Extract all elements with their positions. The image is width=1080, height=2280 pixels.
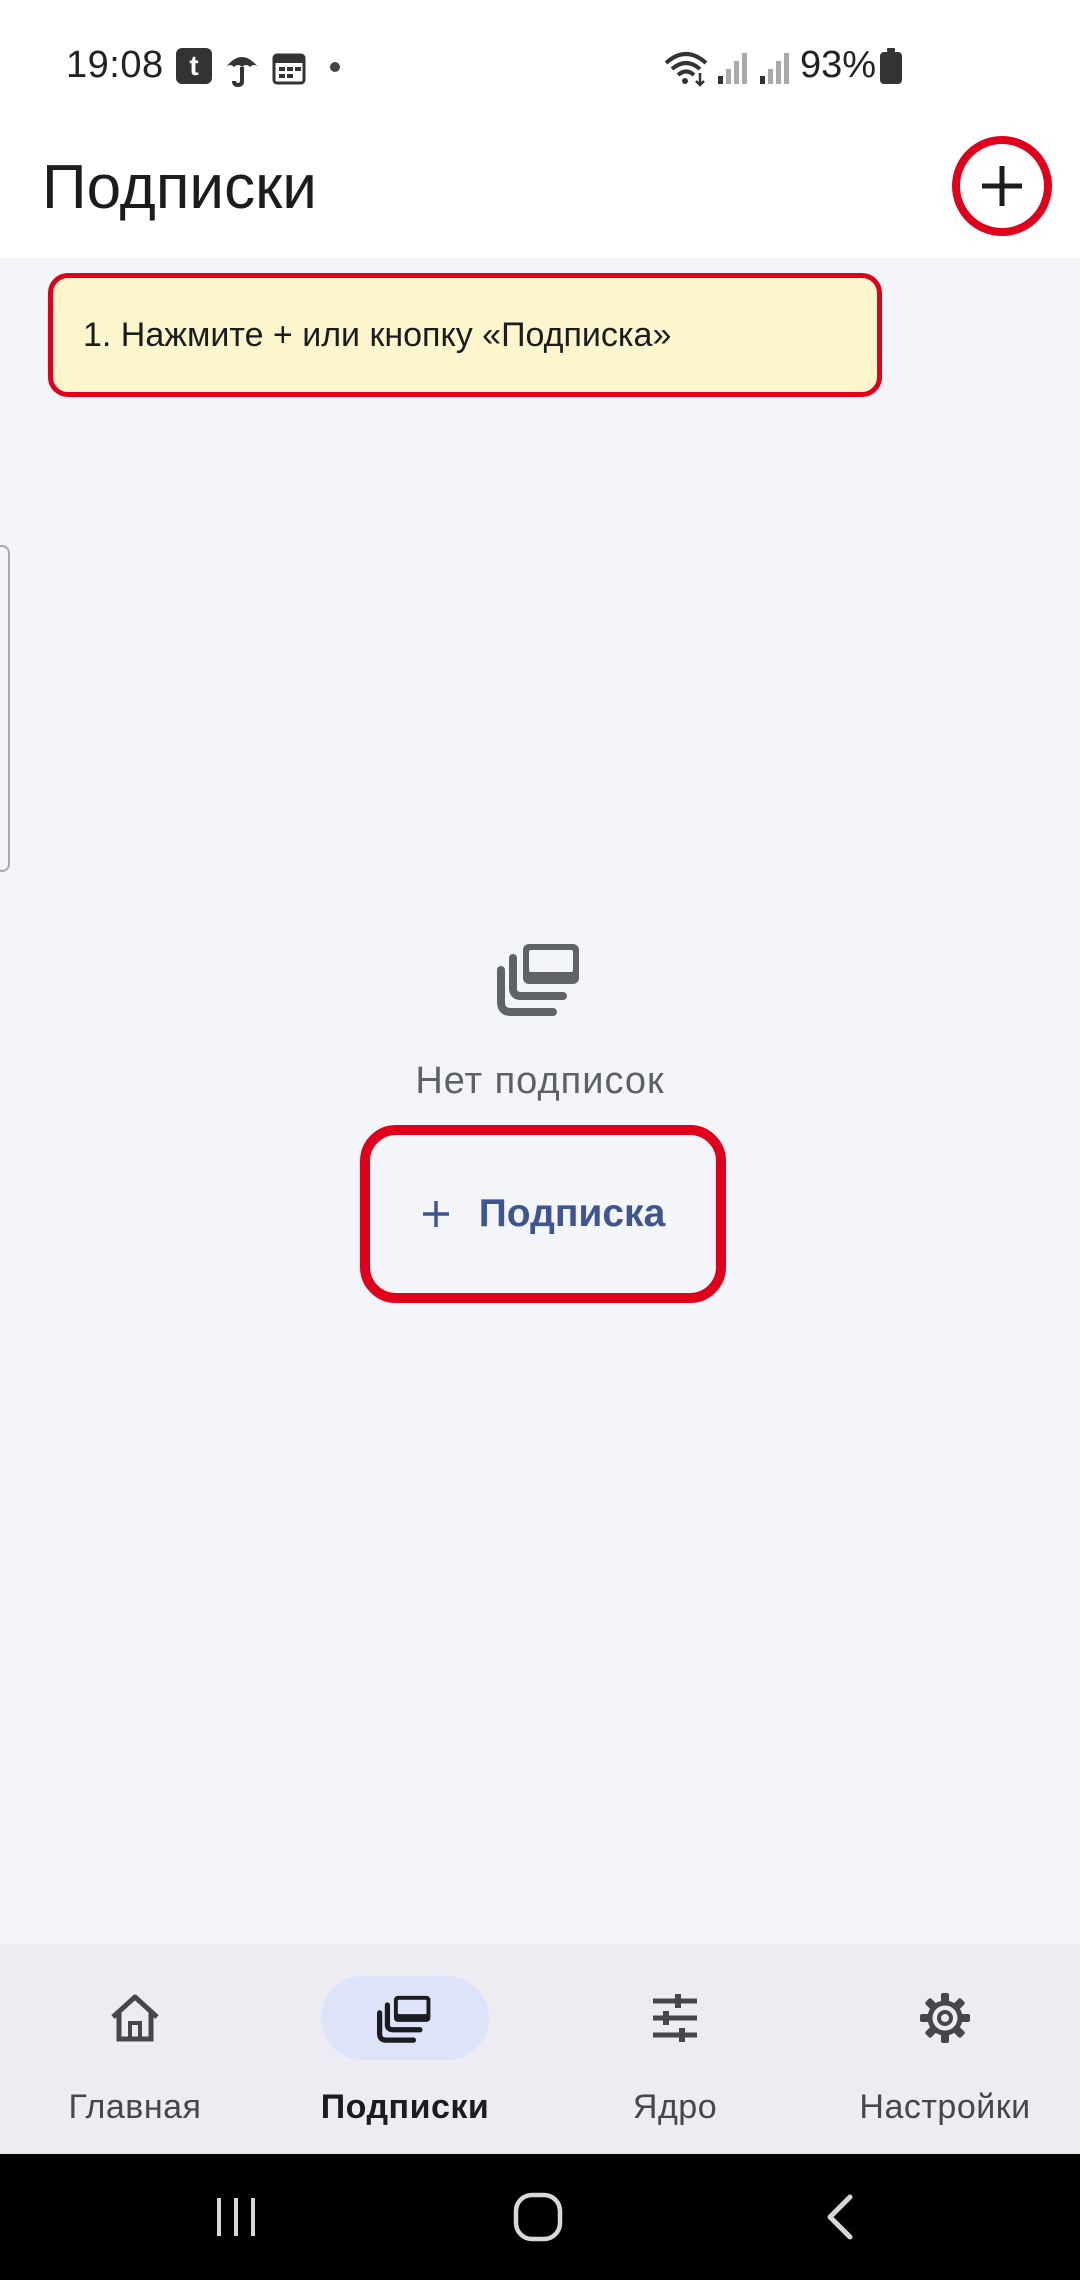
recent-apps-icon xyxy=(217,2198,255,2236)
battery-charging-icon xyxy=(880,48,902,84)
nav-pill xyxy=(591,1976,759,2060)
status-time: 19:08 xyxy=(66,44,164,86)
system-navigation-bar xyxy=(0,2154,1080,2280)
nav-item-settings[interactable]: Настройки xyxy=(810,1976,1080,2146)
app-bar: Подписки xyxy=(0,132,1080,258)
edge-panel-handle[interactable] xyxy=(0,545,10,872)
nav-item-core[interactable]: Ядро xyxy=(540,1976,810,2146)
add-subscription-text-button[interactable]: Подписка xyxy=(360,1125,726,1303)
back-icon xyxy=(827,2194,853,2240)
home-system-button[interactable] xyxy=(498,2184,578,2250)
gear-icon xyxy=(920,1993,970,2043)
page-title: Подписки xyxy=(42,153,317,222)
add-subscription-button[interactable] xyxy=(952,136,1052,236)
empty-state-text: Нет подписок xyxy=(415,1060,665,1102)
hint-text: 1. Нажмите + или кнопку «Подписка» xyxy=(83,315,672,354)
umbrella-icon xyxy=(224,48,260,88)
nav-label-home: Главная xyxy=(68,2088,202,2126)
status-bar: 19:08 t 93% xyxy=(0,0,1080,132)
nav-label-core: Ядро xyxy=(632,2088,718,2126)
nav-item-home[interactable]: Главная xyxy=(0,1976,270,2146)
nav-pill-active xyxy=(321,1976,489,2060)
home-circle-icon xyxy=(513,2192,563,2242)
nav-label-settings: Настройки xyxy=(859,2088,1031,2126)
signal-icon xyxy=(716,48,750,88)
nav-label-subscriptions: Подписки xyxy=(320,2088,490,2126)
nav-pill xyxy=(861,1976,1029,2060)
nav-pill xyxy=(51,1976,219,2060)
battery-percent: 93% xyxy=(800,44,877,86)
wifi-icon xyxy=(664,48,710,88)
subscriptions-stack-icon xyxy=(497,944,579,1016)
recent-apps-button[interactable] xyxy=(196,2184,276,2250)
hint-box: 1. Нажмите + или кнопку «Подписка» xyxy=(48,273,882,397)
signal-icon xyxy=(758,48,792,88)
tele2-icon: t xyxy=(176,48,212,84)
nav-item-subscriptions[interactable]: Подписки xyxy=(270,1976,540,2146)
subscriptions-icon xyxy=(377,1995,431,2043)
bottom-navigation: Главная Подписки Ядро Настройки xyxy=(0,1944,1080,2154)
plus-icon xyxy=(422,1201,449,1227)
home-icon xyxy=(111,1994,159,2042)
dot-icon xyxy=(330,62,340,72)
plus-icon xyxy=(982,166,1022,206)
back-button[interactable] xyxy=(800,2184,880,2250)
tune-icon xyxy=(653,1994,697,2042)
add-subscription-label: Подписка xyxy=(478,1192,666,1235)
screen: 19:08 t 93% Подписки 1. Нажмите + или кн… xyxy=(0,0,1080,2280)
calendar-icon xyxy=(272,48,306,88)
